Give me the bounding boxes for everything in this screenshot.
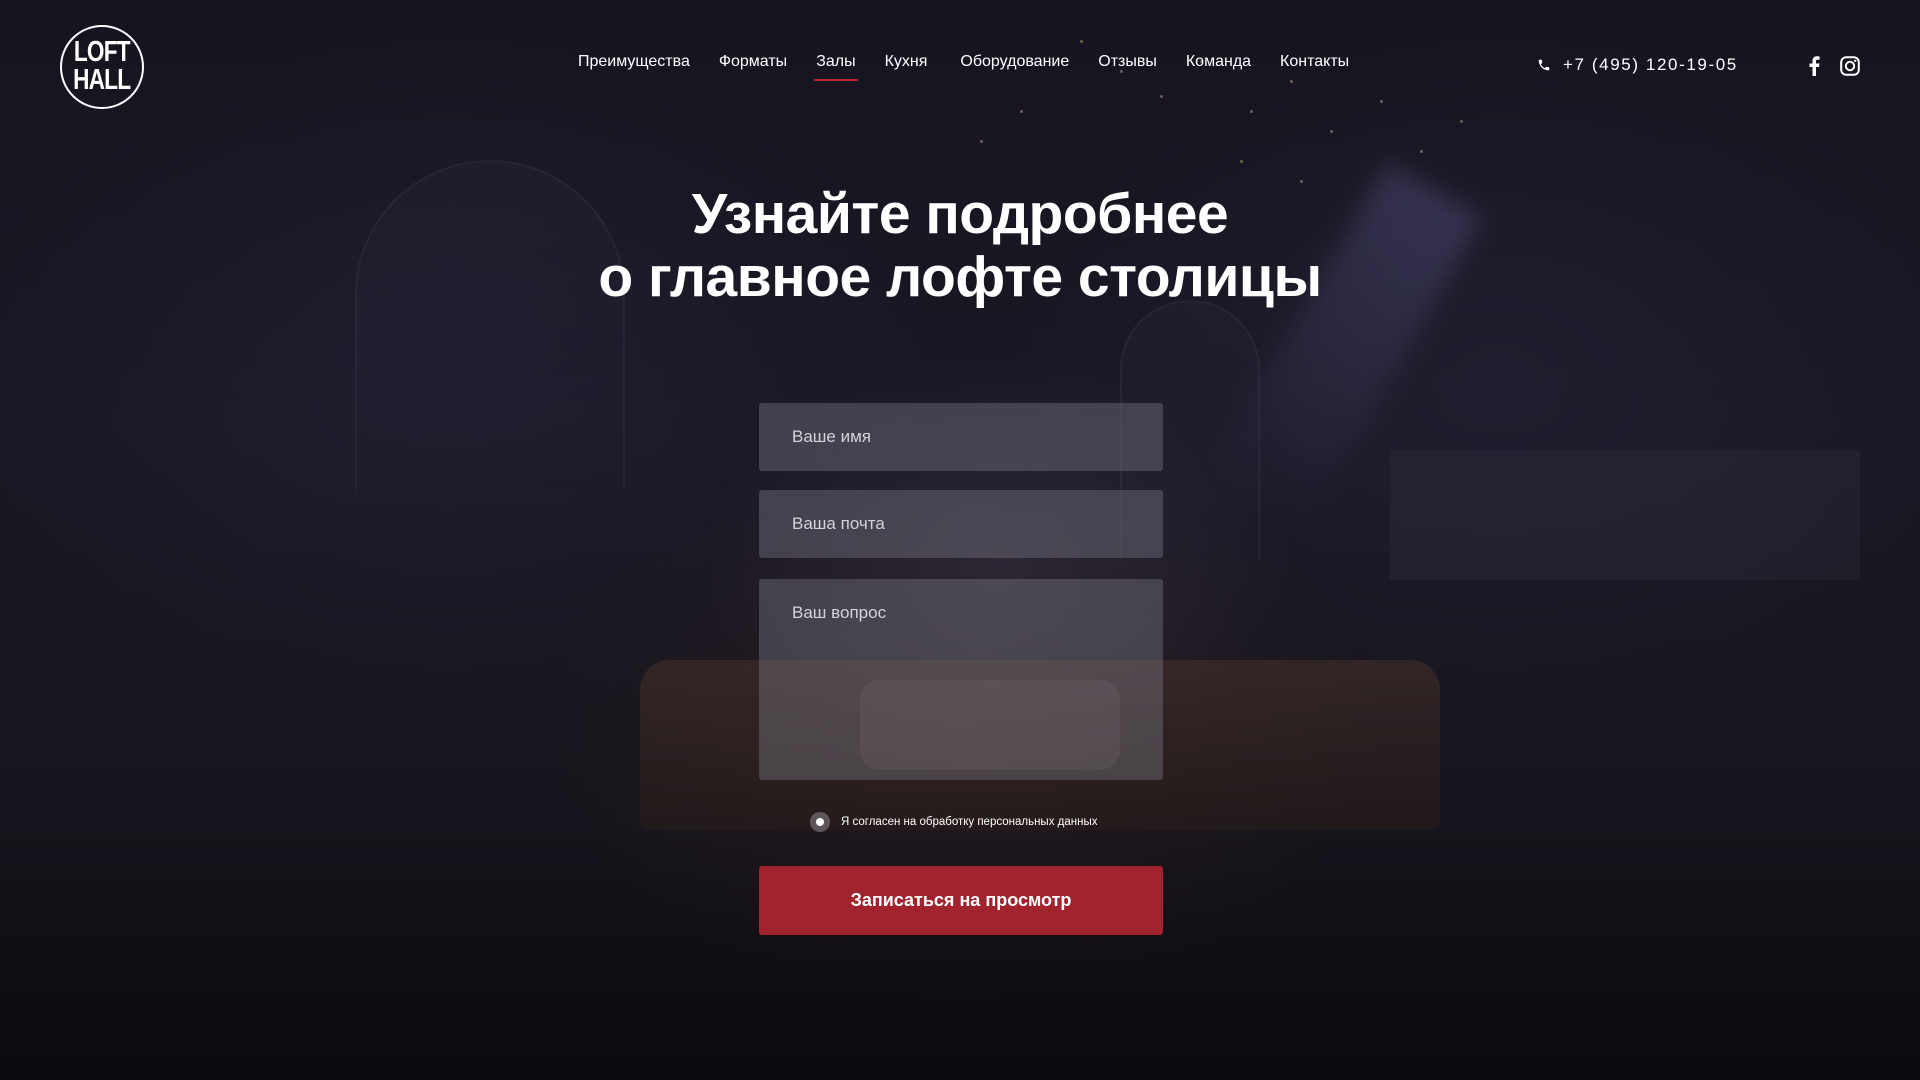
page-title: Узнайте подробнее о главное лофте столиц… bbox=[0, 183, 1920, 309]
loft-hall-logo[interactable]: LOFT HALL bbox=[60, 25, 144, 109]
main-navigation: Преимущества Форматы Залы Кухня Оборудов… bbox=[578, 50, 1378, 81]
instagram-icon bbox=[1840, 56, 1860, 76]
consent-label: Я согласен на обработку персональных дан… bbox=[841, 816, 1098, 828]
facebook-link[interactable] bbox=[1803, 55, 1825, 77]
email-input[interactable] bbox=[759, 490, 1163, 558]
background-floor bbox=[0, 820, 1920, 1080]
name-input[interactable] bbox=[759, 403, 1163, 471]
logo-line-2: HALL bbox=[73, 64, 131, 96]
question-textarea[interactable] bbox=[759, 579, 1163, 780]
page-title-line-1: Узнайте подробнее bbox=[691, 182, 1229, 246]
nav-item-halls[interactable]: Залы bbox=[814, 50, 859, 81]
phone-number: +7 (495) 120-19-05 bbox=[1563, 55, 1738, 74]
logo-line-1: LOFT bbox=[74, 36, 131, 69]
site-header: LOFT HALL Преимущества Форматы Залы Кухн… bbox=[0, 0, 1920, 130]
submit-viewing-button[interactable]: Записаться на просмотр bbox=[759, 866, 1163, 935]
background-wall bbox=[1390, 450, 1860, 580]
nav-item-contacts[interactable]: Контакты bbox=[1280, 50, 1349, 80]
consent-radio-indicator[interactable] bbox=[810, 812, 830, 832]
nav-item-advantages[interactable]: Преимущества bbox=[578, 50, 690, 80]
instagram-link[interactable] bbox=[1839, 55, 1861, 77]
page-title-line-2: о главное лофте столицы bbox=[598, 245, 1322, 309]
nav-item-kitchen[interactable]: Кухня bbox=[885, 50, 928, 80]
nav-item-team[interactable]: Команда bbox=[1186, 50, 1251, 80]
phone-link[interactable]: +7 (495) 120-19-05 bbox=[1537, 55, 1738, 75]
facebook-icon bbox=[1809, 56, 1820, 76]
nav-item-reviews[interactable]: Отзывы bbox=[1098, 50, 1157, 80]
nav-item-formats[interactable]: Форматы bbox=[719, 50, 787, 80]
consent-checkbox[interactable]: Я согласен на обработку персональных дан… bbox=[810, 812, 1097, 832]
nav-item-equipment[interactable]: Оборудование bbox=[960, 50, 1069, 80]
phone-icon bbox=[1538, 59, 1550, 71]
